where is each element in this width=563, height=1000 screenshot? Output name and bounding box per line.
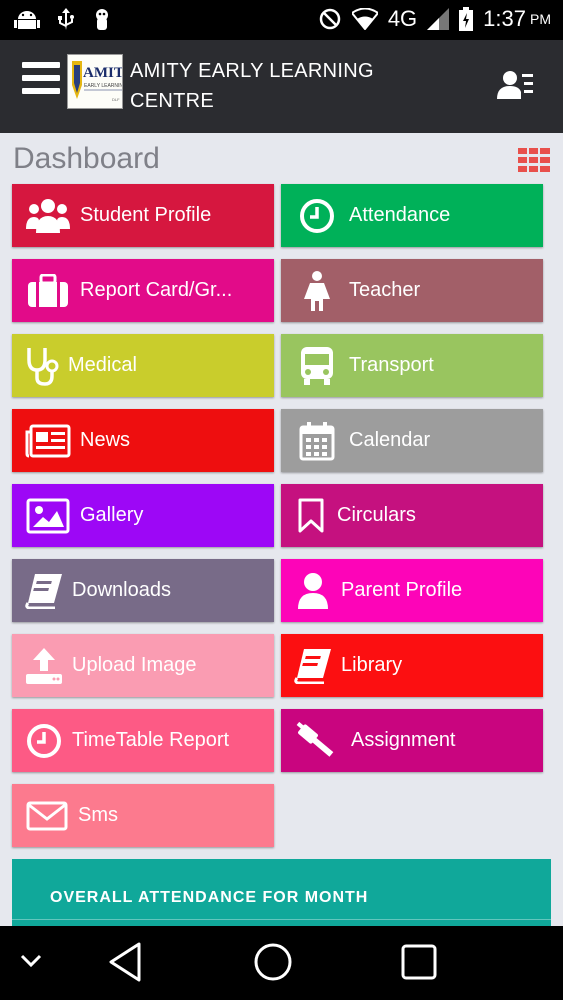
network-type: 4G [387, 6, 418, 31]
tile-calendar[interactable]: Calendar [281, 409, 543, 472]
clock-ampm: PM [530, 11, 551, 27]
clock-icon [293, 196, 341, 236]
tile-label: Teacher [349, 279, 421, 301]
dnd-icon [319, 8, 341, 30]
tile-downloads[interactable]: Downloads [12, 559, 274, 622]
tile-assignment[interactable]: Assignment [281, 709, 543, 772]
image-icon [24, 496, 72, 536]
tile-label: Medical [68, 354, 137, 376]
tile-transport[interactable]: Transport [281, 334, 543, 397]
app-header: AMITY EARLY LEARNING CENTRE DLF AMITY EA… [0, 40, 563, 133]
tile-circulars[interactable]: Circulars [281, 484, 543, 547]
tile-attendance[interactable]: Attendance [281, 184, 543, 247]
newspaper-icon [24, 421, 72, 461]
chevron-down-icon[interactable] [20, 954, 42, 968]
tile-student-profile[interactable]: Student Profile [12, 184, 274, 247]
tile-teacher[interactable]: Teacher [281, 259, 543, 322]
svg-text:EARLY LEARNING CENTRE: EARLY LEARNING CENTRE [84, 83, 123, 89]
tile-library[interactable]: Library [281, 634, 543, 697]
svg-text:DLF: DLF [112, 97, 120, 102]
home-icon[interactable] [253, 942, 293, 982]
tile-report-card[interactable]: Report Card/Gr... [12, 259, 274, 322]
tile-label: Circulars [337, 504, 416, 526]
tile-label: Upload Image [72, 654, 197, 676]
user-icon [293, 571, 333, 611]
back-icon[interactable] [107, 942, 143, 982]
tile-label: Downloads [72, 579, 171, 601]
debug-icon [96, 9, 108, 30]
calendar-icon [293, 421, 341, 461]
school-logo: AMITY EARLY LEARNING CENTRE DLF [67, 54, 123, 109]
clock-icon [24, 721, 64, 761]
tile-label: Library [341, 654, 403, 676]
tile-gallery[interactable]: Gallery [12, 484, 274, 547]
upload-icon [24, 646, 64, 686]
gavel-icon [293, 721, 337, 761]
system-nav-bar [0, 926, 563, 1000]
tile-medical[interactable]: Medical [12, 334, 274, 397]
tile-label: Report Card/Gr... [80, 279, 233, 301]
status-bar: 4G 1:37 PM [0, 0, 563, 40]
status-right: 4G 1:37 PM [318, 6, 551, 32]
briefcase-icon [24, 271, 72, 311]
user-list-icon[interactable] [497, 70, 533, 100]
bookmark-icon [293, 496, 329, 536]
tile-label: Gallery [80, 504, 144, 526]
stethoscope-icon [24, 346, 60, 386]
tile-label: Transport [349, 354, 434, 376]
tile-sms[interactable]: Sms [12, 784, 274, 847]
tile-label: Parent Profile [341, 579, 463, 601]
app-title: AMITY EARLY LEARNING CENTRE [130, 60, 374, 112]
tile-upload-image[interactable]: Upload Image [12, 634, 274, 697]
teacher-icon [293, 270, 341, 311]
recents-icon[interactable] [401, 944, 437, 980]
tile-news[interactable]: News [12, 409, 274, 472]
tile-label: Sms [78, 804, 118, 826]
book-icon [24, 571, 64, 611]
users-icon [24, 196, 72, 236]
tile-label: TimeTable Report [72, 729, 230, 751]
overall-attendance-card: OVERALL ATTENDANCE FOR MONTH [12, 859, 551, 929]
library-icon [293, 646, 333, 686]
battery-icon [459, 7, 474, 31]
tile-label: Attendance [349, 204, 451, 226]
page-title: Dashboard [13, 142, 160, 175]
tile-label: Student Profile [80, 204, 212, 226]
usb-icon [58, 8, 74, 30]
divider [12, 919, 551, 920]
envelope-icon [24, 796, 70, 836]
tile-parent-profile[interactable]: Parent Profile [281, 559, 543, 622]
attendance-card-title: OVERALL ATTENDANCE FOR MONTH [50, 889, 369, 906]
hamburger-menu-icon[interactable] [22, 62, 60, 100]
status-left [14, 8, 112, 32]
svg-text:AMITY: AMITY [83, 65, 123, 81]
clock: 1:37 [483, 6, 526, 31]
tile-label: Calendar [349, 429, 431, 451]
tile-label: News [80, 429, 131, 451]
wifi-icon [351, 8, 378, 30]
tile-label: Assignment [351, 729, 456, 751]
android-icon [14, 11, 40, 29]
grid-view-icon[interactable] [518, 148, 550, 172]
signal-icon [427, 8, 450, 30]
tile-timetable-report[interactable]: TimeTable Report [12, 709, 274, 772]
bus-icon [293, 346, 341, 386]
